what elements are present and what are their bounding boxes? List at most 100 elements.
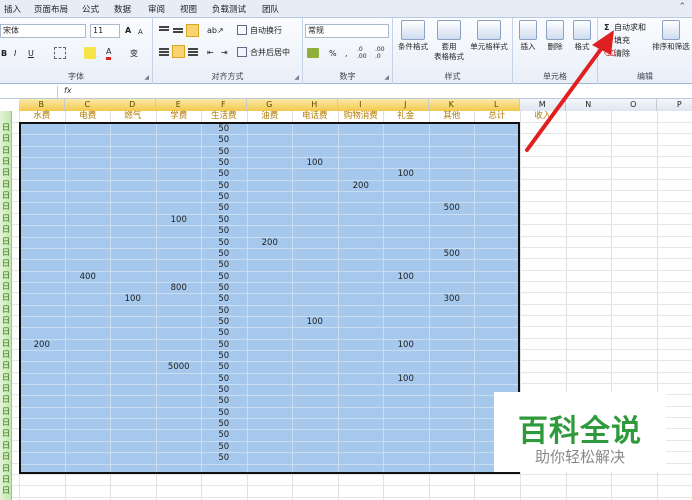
column-header-l[interactable]: L — [474, 99, 520, 111]
tab-insert[interactable]: 插入 — [4, 3, 21, 15]
cell-value[interactable]: 50 — [201, 351, 247, 362]
underline-button[interactable]: U — [28, 48, 34, 60]
conditional-format-button[interactable]: 条件格式 — [395, 20, 431, 52]
row-header[interactable]: 日 — [0, 213, 12, 224]
cell-value[interactable]: 50 — [201, 124, 247, 135]
header-cell[interactable]: 燃气 — [110, 111, 156, 122]
row-header[interactable]: 日 — [0, 281, 12, 292]
tab-team[interactable]: 团队 — [262, 3, 279, 15]
bold-button[interactable]: B — [1, 48, 7, 60]
column-header-e[interactable]: E — [156, 99, 202, 111]
column-header-m[interactable]: M — [520, 99, 566, 111]
autosum-button[interactable]: 自动求和 — [614, 22, 646, 34]
column-header-h[interactable]: H — [292, 99, 338, 111]
cell-value[interactable]: 50 — [201, 374, 247, 385]
cell-value[interactable]: 500 — [429, 249, 475, 260]
row-header[interactable]: 日 — [0, 247, 12, 258]
cell-value[interactable]: 100 — [383, 272, 429, 283]
clear-button[interactable]: 清除 — [614, 48, 630, 60]
align-bottom-icon[interactable] — [186, 24, 199, 37]
header-cell[interactable]: 学费 — [156, 111, 202, 122]
row-header[interactable]: 日 — [0, 360, 12, 371]
row-header[interactable]: 日 — [0, 224, 12, 235]
header-cell[interactable]: 电话费 — [292, 111, 338, 122]
cell-value[interactable]: 50 — [201, 238, 247, 249]
cell-styles-button[interactable]: 单元格样式 — [467, 20, 511, 52]
cell-value[interactable]: 50 — [201, 442, 247, 453]
cell-value[interactable]: 50 — [201, 203, 247, 214]
selected-range[interactable]: 50 50 50 50 100 50 100 50 200 50 50 500 100 50 50 50 200… — [19, 122, 520, 474]
dialog-launcher-icon[interactable]: ◢ — [294, 74, 299, 81]
column-header-d[interactable]: D — [110, 99, 156, 111]
dialog-launcher-icon[interactable]: ◢ — [144, 74, 149, 81]
increase-decimal-button[interactable]: .0 .00 — [357, 46, 371, 60]
row-header[interactable]: 日 — [0, 485, 12, 496]
tab-load-test[interactable]: 负载测试 — [212, 3, 246, 15]
cell-value[interactable]: 50 — [201, 272, 247, 283]
header-cell[interactable]: 收入 — [520, 111, 566, 122]
header-cell[interactable]: 其他 — [429, 111, 475, 122]
wrap-text-button[interactable]: 自动换行 — [250, 25, 282, 37]
cell-value[interactable]: 100 — [383, 169, 429, 180]
merge-center-button[interactable]: 合并后居中 — [250, 47, 290, 59]
tab-data[interactable]: 数据 — [114, 3, 131, 15]
header-cell[interactable]: 水费 — [19, 111, 65, 122]
row-header[interactable]: 日 — [0, 428, 12, 439]
cell-value[interactable]: 100 — [292, 317, 338, 328]
row-header[interactable]: 日 — [0, 122, 12, 133]
format-button[interactable]: 格式 — [569, 20, 595, 52]
number-format-box[interactable]: 常规 — [305, 24, 389, 38]
column-header-o[interactable]: O — [611, 99, 657, 111]
row-header[interactable]: 日 — [0, 338, 12, 349]
row-header[interactable]: 日 — [0, 236, 12, 247]
cell-value[interactable]: 50 — [201, 249, 247, 260]
cell-value[interactable]: 100 — [383, 340, 429, 351]
wrap-text-icon[interactable] — [237, 25, 247, 35]
cell-value[interactable]: 50 — [201, 169, 247, 180]
row-header[interactable]: 日 — [0, 145, 12, 156]
italic-button[interactable]: I — [14, 48, 16, 60]
format-as-table-button[interactable]: 套用 表格格式 — [431, 20, 467, 62]
row-header[interactable]: 日 — [0, 270, 12, 281]
column-header-i[interactable]: I — [338, 99, 384, 111]
tab-page-layout[interactable]: 页面布局 — [34, 3, 68, 15]
row-header[interactable]: 日 — [0, 372, 12, 383]
column-header-p[interactable]: P — [657, 99, 692, 111]
cell-value[interactable]: 50 — [201, 158, 247, 169]
tab-review[interactable]: 审阅 — [148, 3, 165, 15]
cell-value[interactable]: 50 — [201, 317, 247, 328]
cell-value[interactable]: 50 — [201, 181, 247, 192]
align-middle-icon[interactable] — [173, 28, 183, 30]
align-center-icon[interactable] — [172, 45, 185, 58]
row-header[interactable]: 日 — [0, 167, 12, 178]
cell-value[interactable]: 100 — [292, 158, 338, 169]
column-header-j[interactable]: J — [383, 99, 429, 111]
fx-icon[interactable]: fx — [64, 86, 72, 95]
fill-button[interactable]: 填充 — [614, 35, 630, 47]
row-header[interactable]: 日 — [0, 315, 12, 326]
cell-value[interactable]: 200 — [247, 238, 293, 249]
column-header-c[interactable]: C — [65, 99, 111, 111]
cell-value[interactable]: 100 — [156, 215, 202, 226]
sort-filter-button[interactable]: 排序和筛选 — [650, 20, 692, 52]
row-header[interactable]: 日 — [0, 383, 12, 394]
row-header[interactable]: 日 — [0, 451, 12, 462]
header-cell[interactable]: 总计 — [474, 111, 520, 122]
cell-value[interactable]: 50 — [201, 260, 247, 271]
border-icon[interactable] — [54, 47, 66, 59]
header-cell[interactable]: 礼金 — [383, 111, 429, 122]
align-right-icon[interactable] — [188, 48, 198, 50]
comma-button[interactable]: , — [345, 48, 348, 60]
row-header[interactable]: 日 — [0, 190, 12, 201]
cell-value[interactable]: 100 — [110, 294, 156, 305]
font-size-box[interactable]: 11 — [90, 24, 120, 38]
row-header[interactable]: 日 — [0, 304, 12, 315]
row-header[interactable]: 日 — [0, 326, 12, 337]
font-color-button[interactable]: A — [106, 47, 112, 60]
cell-value[interactable]: 50 — [201, 396, 247, 407]
increase-indent-icon[interactable]: ⇥ — [221, 47, 228, 59]
column-header-k[interactable]: K — [429, 99, 475, 111]
cell-value[interactable]: 50 — [201, 430, 247, 441]
insert-button[interactable]: 插入 — [515, 20, 541, 52]
column-header-f[interactable]: F — [201, 99, 247, 111]
